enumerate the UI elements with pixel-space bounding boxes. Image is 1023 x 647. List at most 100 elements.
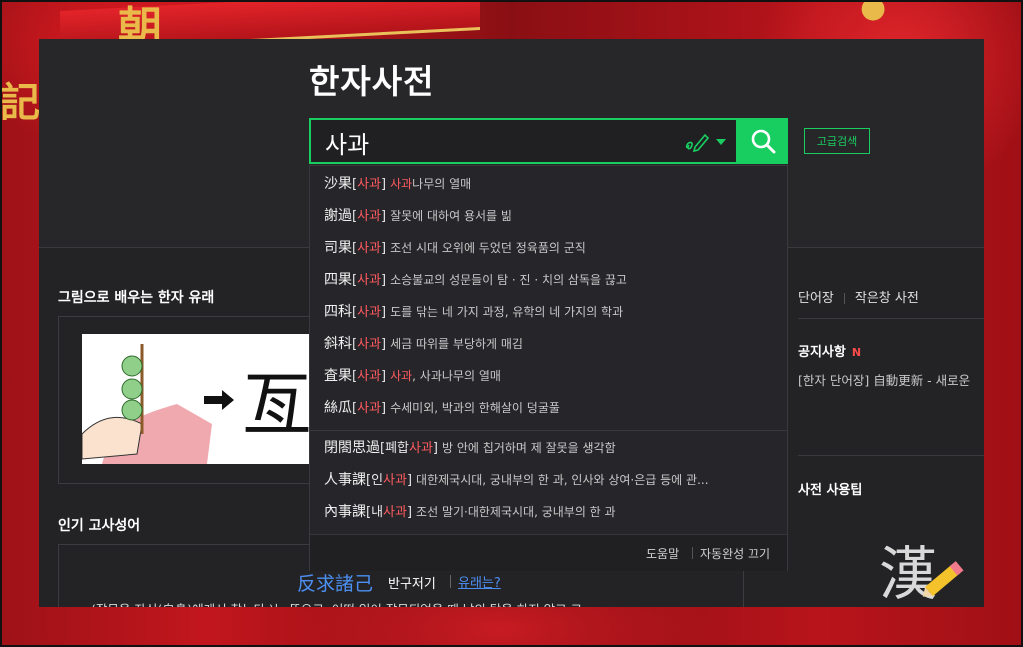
bracket: ] xyxy=(381,209,387,224)
autocomplete-item[interactable]: 絲瓜[사과] 수세미외, 박과의 한해살이 덩굴풀 xyxy=(324,397,774,419)
search-input[interactable] xyxy=(323,124,667,160)
illustration-image: 亙 xyxy=(81,334,312,464)
search-icon xyxy=(751,129,776,154)
description-text: , 사과나무의 열매 xyxy=(412,369,501,383)
proverb-origin-link[interactable]: 유래는? xyxy=(458,572,501,591)
chevron-down-icon[interactable] xyxy=(716,139,726,145)
background-gold-ornament: ● xyxy=(860,0,887,25)
background-gold-ornament: 記 xyxy=(0,79,40,126)
description-text: 조선 시대 오위에 두었던 정육품의 군직 xyxy=(390,241,586,255)
item-reading: 사과 xyxy=(357,369,381,384)
image-section-title: 그림으로 배우는 한자 유래 xyxy=(58,290,215,306)
bracket: ] xyxy=(381,273,387,288)
autocomplete-item[interactable]: 司果[사과] 조선 시대 오위에 두었던 정육품의 군직 xyxy=(324,237,774,259)
autocomplete-dropdown: 沙果[사과] 사과나무의 열매 謝過[사과] 잘못에 대하여 용서를 빎 司果[사과] 조… xyxy=(309,165,788,571)
description-text: 세금 따위를 부당하게 매김 xyxy=(390,337,523,351)
item-description: 대한제국시대, 궁내부의 한 과, 인사와 상여·은급 등에 관... xyxy=(416,473,708,487)
description-highlight: 사과 xyxy=(390,177,413,191)
autocomplete-item[interactable]: 斜科[사과] 세금 따위를 부당하게 매김 xyxy=(324,333,774,355)
footer-separator xyxy=(692,547,693,559)
item-hanja: 査果 xyxy=(324,368,352,384)
item-hanja: 沙果 xyxy=(324,176,352,192)
item-hanja: 司果 xyxy=(324,240,352,256)
description-highlight: 사과 xyxy=(390,369,413,383)
new-badge: N xyxy=(851,346,862,359)
svg-text:亙: 亙 xyxy=(242,364,309,446)
notice-title-row: 공지사항 N xyxy=(798,341,861,360)
sidebar-divider xyxy=(798,318,984,319)
description-text: 수세미외, 박과의 한해살이 덩굴풀 xyxy=(390,401,560,415)
item-hanja: 閉閤思過 xyxy=(324,440,380,456)
origin-illustration[interactable]: 亙 xyxy=(81,334,312,464)
bracket: ] xyxy=(406,505,413,520)
item-description: 수세미외, 박과의 한해살이 덩굴풀 xyxy=(390,401,560,415)
bracket: ] xyxy=(381,177,387,192)
item-description: 방 안에 칩거하며 제 잘못을 생각함 xyxy=(442,441,616,455)
item-reading: 사과 xyxy=(409,441,433,456)
sidebar-divider xyxy=(798,455,984,456)
proverb-section-title: 인기 고사성어 xyxy=(58,518,141,534)
proverb-reading: 반구저기 xyxy=(388,577,436,592)
search-button[interactable] xyxy=(738,118,788,164)
bracket: ] xyxy=(381,241,387,256)
description-text: 도를 닦는 네 가지 과정, 유학의 네 가지의 학과 xyxy=(390,305,624,319)
item-hanja: 四科 xyxy=(324,304,352,320)
mini-dictionary-link[interactable]: 작은창 사전 xyxy=(855,291,919,306)
bracket: ] xyxy=(381,305,387,320)
item-reading-prefix: 인 xyxy=(371,473,384,488)
item-reading: 사과 xyxy=(357,177,381,192)
bracket: ] xyxy=(381,401,387,416)
item-reading: 사과 xyxy=(383,473,407,488)
item-reading: 사과 xyxy=(357,337,381,352)
autocomplete-item[interactable]: 人事課[인사과] 대한제국시대, 궁내부의 한 과, 인사와 상여·은급 등에 관… xyxy=(324,469,774,491)
autocomplete-item[interactable]: 沙果[사과] 사과나무의 열매 xyxy=(324,173,774,195)
item-reading: 사과 xyxy=(357,273,381,288)
description-text: 방 안에 칩거하며 제 잘못을 생각함 xyxy=(442,441,616,455)
item-description: 사과, 사과나무의 열매 xyxy=(390,369,501,383)
vocabulary-link[interactable]: 단어장 xyxy=(798,291,834,306)
svg-text:漢: 漢 xyxy=(879,540,937,607)
notice-item[interactable]: [한자 단어장] 自動更新 - 새로운 xyxy=(798,370,970,389)
item-hanja: 四果 xyxy=(324,272,352,288)
autocomplete-item[interactable]: 謝過[사과] 잘못에 대하여 용서를 빎 xyxy=(324,205,774,227)
right-links: 단어장 작은창 사전 xyxy=(798,287,919,306)
notice-title[interactable]: 공지사항 xyxy=(798,345,846,360)
pencil-icon: 漢 xyxy=(879,540,964,607)
item-hanja: 斜科 xyxy=(324,336,352,352)
autocomplete-off-button[interactable]: 자동완성 끄기 xyxy=(700,545,770,562)
bracket: ] xyxy=(406,473,413,488)
description-text: 대한제국시대, 궁내부의 한 과, 인사와 상여·은급 등에 관... xyxy=(416,473,709,487)
item-reading: 사과 xyxy=(383,505,407,520)
proverb-hanja[interactable]: 反求諸己 xyxy=(297,569,373,596)
item-hanja: 人事課 xyxy=(324,472,366,488)
bracket: ] xyxy=(381,337,387,352)
autocomplete-footer: 도움말 자동완성 끄기 xyxy=(310,534,787,571)
help-link[interactable]: 도움말 xyxy=(646,545,679,562)
dictionary-window: 한자사전 고급검색 그림으로 배우는 한자 유래 亙 인기 고사성어 xyxy=(39,39,984,607)
autocomplete-item[interactable]: 閉閤思過[폐합사과] 방 안에 칩거하며 제 잘못을 생각함 xyxy=(324,437,774,459)
link-separator xyxy=(843,293,845,304)
autocomplete-item[interactable]: 四果[사과] 소승불교의 성문들이 탐 · 진 · 치의 삼독을 끊고 xyxy=(324,269,774,291)
item-reading-prefix: 내 xyxy=(371,505,384,520)
item-hanja: 絲瓜 xyxy=(324,400,352,416)
autocomplete-item[interactable]: 內事課[내사과] 조선 말기·대한제국시대, 궁내부의 한 과 xyxy=(324,501,774,523)
search-box[interactable] xyxy=(309,118,738,164)
item-description: 잘못에 대하여 용서를 빎 xyxy=(390,209,512,223)
item-description: 조선 말기·대한제국시대, 궁내부의 한 과 xyxy=(416,505,616,519)
description-text: 조선 말기·대한제국시대, 궁내부의 한 과 xyxy=(416,505,616,519)
page-title: 한자사전 xyxy=(309,62,435,101)
handwriting-input-icon[interactable] xyxy=(684,131,710,153)
bracket: ] xyxy=(381,369,387,384)
proverb-description: (잘못을 자신(自身)에게서 찾는다.)는 뜻으로, 어떤 일이 잘못되었을 때… xyxy=(91,599,582,607)
autocomplete-separator xyxy=(310,430,787,431)
hanja-logo: 漢 xyxy=(879,534,969,607)
advanced-search-button[interactable]: 고급검색 xyxy=(804,128,870,154)
tips-title[interactable]: 사전 사용팁 xyxy=(798,479,862,498)
autocomplete-item[interactable]: 査果[사과] 사과, 사과나무의 열매 xyxy=(324,365,774,387)
item-reading: 사과 xyxy=(357,209,381,224)
autocomplete-item[interactable]: 四科[사과] 도를 닦는 네 가지 과정, 유학의 네 가지의 학과 xyxy=(324,301,774,323)
proverb-separator xyxy=(450,575,451,588)
item-description: 소승불교의 성문들이 탐 · 진 · 치의 삼독을 끊고 xyxy=(390,273,627,287)
description-text: 나무의 열매 xyxy=(412,177,472,191)
item-description: 도를 닦는 네 가지 과정, 유학의 네 가지의 학과 xyxy=(390,305,623,319)
